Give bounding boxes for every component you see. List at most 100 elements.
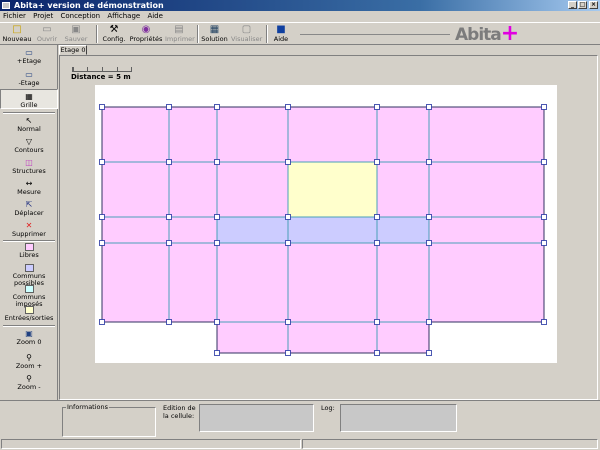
grid-node-handle <box>285 214 291 220</box>
grid-node-handle <box>99 240 105 246</box>
visualiser-button[interactable]: ▢ Visualiser <box>231 24 262 44</box>
toolbar-separator <box>197 25 199 43</box>
grille-button[interactable]: ▦ Grille <box>0 89 58 109</box>
toolbar-separator <box>96 25 98 43</box>
menu-projet[interactable]: Projet <box>31 11 55 22</box>
maximize-button[interactable]: □ <box>578 1 587 9</box>
menu-aide[interactable]: Aide <box>145 11 164 22</box>
deplacer-tool[interactable]: ⇱ Déplacer <box>0 200 58 217</box>
supprimer-label: Supprimer <box>12 230 46 238</box>
zoom-out-icon: ⚲ <box>26 374 32 383</box>
grid-node-handle <box>166 159 172 165</box>
aide-button[interactable]: ■ Aide <box>271 24 291 44</box>
grid-node-handle <box>541 240 547 246</box>
scale-ruler <box>72 67 132 72</box>
close-button[interactable]: × <box>589 1 598 9</box>
status-pane <box>1 439 301 449</box>
minimize-button[interactable]: _ <box>568 1 577 9</box>
entrees-sorties-cell <box>288 162 377 217</box>
palette-separator <box>3 240 55 242</box>
floor-plan[interactable] <box>95 85 557 363</box>
visualize-icon: ▢ <box>241 24 252 35</box>
log-field[interactable] <box>340 404 457 432</box>
add-floor-icon: ▭ <box>25 48 33 57</box>
app-icon <box>2 2 10 9</box>
grid-node-handle <box>541 159 547 165</box>
imprimer-button[interactable]: ▤ Imprimer <box>165 24 195 44</box>
libres-zone <box>217 322 429 353</box>
grid-node-handle <box>374 319 380 325</box>
grid-node-handle <box>374 214 380 220</box>
supprimer-tool[interactable]: ✕ Supprimer <box>0 221 58 238</box>
solution-icon: ▦ <box>209 24 220 35</box>
tab-etage-0[interactable]: Etage 0 <box>59 45 87 55</box>
informations-label: Informations <box>66 403 110 411</box>
grid-node-handle <box>166 240 172 246</box>
remove-floor-icon: ▭ <box>25 70 33 79</box>
libres-label: Libres <box>19 251 39 259</box>
grid-node-handle <box>541 214 547 220</box>
nouveau-button[interactable]: □ Nouveau <box>2 24 32 44</box>
tool-palette: ▭ +Etage ▭ -Etage ▦ Grille ↖ Normal ▽ Co… <box>0 45 58 400</box>
contours-tool[interactable]: ▽ Contours <box>0 137 58 154</box>
grid-node-handle <box>99 319 105 325</box>
proprietes-button[interactable]: ◉ Propriétés <box>129 24 163 44</box>
sauver-button[interactable]: ▣ Sauver <box>61 24 91 44</box>
pointer-icon: ↖ <box>25 116 33 125</box>
entrees-sorties-label: Entrées/sorties <box>4 314 54 322</box>
config-label: Config. <box>102 35 126 43</box>
grille-label: Grille <box>20 101 38 109</box>
normal-tool[interactable]: ↖ Normal <box>0 116 58 133</box>
deplacer-label: Déplacer <box>14 209 44 217</box>
floor-plan-canvas[interactable] <box>95 85 557 363</box>
logo-divider <box>300 34 450 35</box>
new-file-icon: □ <box>12 24 22 35</box>
grid-node-handle <box>426 214 432 220</box>
tools-icon: ⚒ <box>109 24 119 35</box>
status-pane <box>302 439 598 449</box>
grid-node-handle <box>374 104 380 110</box>
remove-etage-button[interactable]: ▭ -Etage <box>0 70 58 87</box>
menu-fichier[interactable]: Fichier <box>1 11 28 22</box>
entrees-sorties-tool[interactable]: Entrées/sorties <box>0 306 58 322</box>
structures-tool[interactable]: ◫ Structures <box>0 158 58 175</box>
move-icon: ⇱ <box>25 200 33 209</box>
distance-readout: Distance = 5 m <box>71 73 131 81</box>
solution-button[interactable]: ▦ Solution <box>200 24 229 44</box>
zoom-in-button[interactable]: ⚲ Zoom + <box>0 353 58 370</box>
remove-etage-label: -Etage <box>18 79 40 87</box>
communs-imposes-tool[interactable]: Communs imposés <box>0 285 58 308</box>
grid-node-handle <box>214 104 220 110</box>
nouveau-label: Nouveau <box>2 35 32 43</box>
cell-edit-label: Edition de la cellule: <box>163 404 196 420</box>
mesure-label: Mesure <box>17 188 41 196</box>
menu-affichage[interactable]: Affichage <box>105 11 142 22</box>
grid-node-handle <box>214 159 220 165</box>
ouvrir-button[interactable]: ▭ Ouvrir <box>33 24 61 44</box>
grid-node-handle <box>426 104 432 110</box>
mesure-tool[interactable]: ↔ Mesure <box>0 179 58 196</box>
outline-icon: ▽ <box>25 137 33 146</box>
window-title: Abita+ version de démonstration <box>14 1 164 10</box>
grid-node-handle <box>374 159 380 165</box>
informations-panel <box>62 407 156 437</box>
zoom-out-label: Zoom - <box>17 383 41 391</box>
zoom-in-icon: ⚲ <box>26 353 32 362</box>
grid-node-handle <box>214 319 220 325</box>
add-etage-button[interactable]: ▭ +Etage <box>0 48 58 65</box>
zoom-out-button[interactable]: ⚲ Zoom - <box>0 374 58 391</box>
grid-node-handle <box>166 319 172 325</box>
title-bar[interactable]: Abita+ version de démonstration _ □ × <box>0 0 600 11</box>
grid-node-handle <box>426 350 432 356</box>
menu-conception[interactable]: Conception <box>58 11 102 22</box>
cell-edit-field[interactable] <box>199 404 314 432</box>
config-button[interactable]: ⚒ Config. <box>101 24 127 44</box>
imprimer-label: Imprimer <box>165 35 195 43</box>
libres-tool[interactable]: Libres <box>0 243 58 259</box>
zoom0-label: Zoom 0 <box>16 338 42 346</box>
proprietes-label: Propriétés <box>129 35 163 43</box>
zoom0-button[interactable]: ▣ Zoom 0 <box>0 329 58 346</box>
normal-label: Normal <box>17 125 41 133</box>
communs-possibles-tool[interactable]: Communs possibles <box>0 264 58 287</box>
delete-icon: ✕ <box>25 221 33 230</box>
